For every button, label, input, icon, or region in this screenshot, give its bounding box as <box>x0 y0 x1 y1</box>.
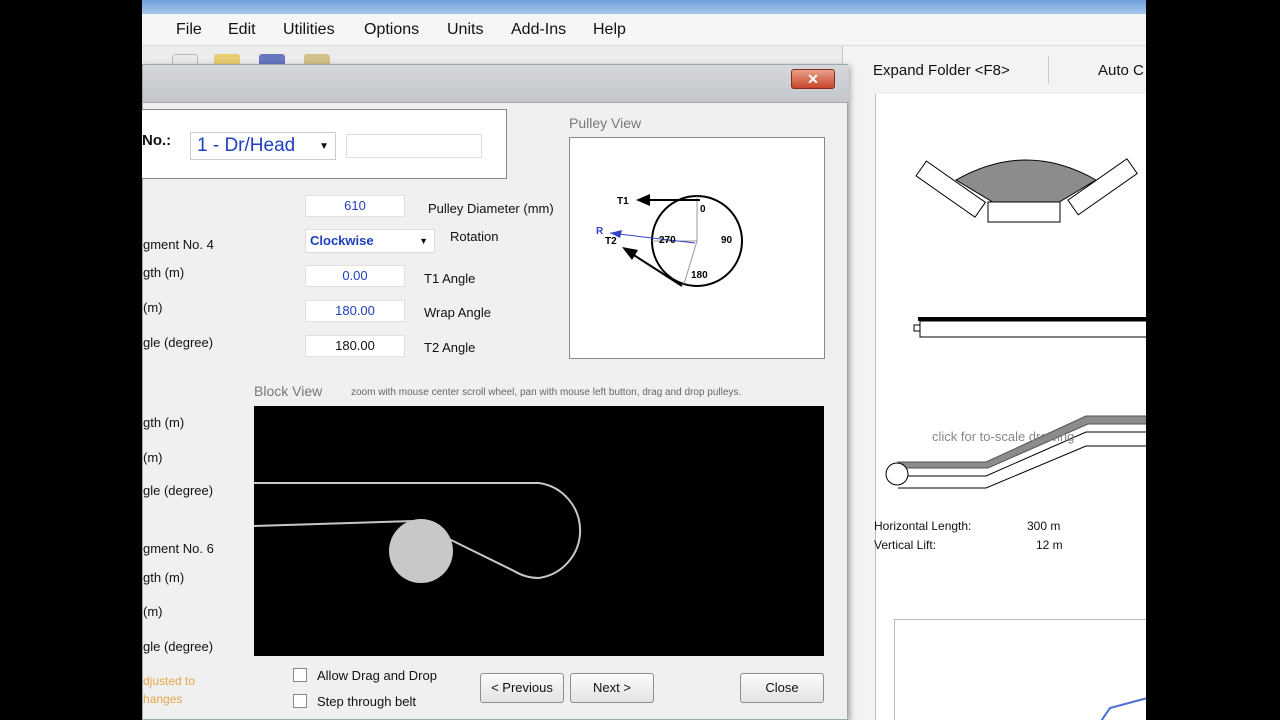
to-scale-link[interactable]: click for to-scale drawing <box>932 429 1074 444</box>
length-label: gth (m) <box>143 570 185 585</box>
belt-preview-area: click for to-scale drawing Horizontal Le… <box>874 94 1146 720</box>
menu-file[interactable]: File <box>176 21 202 39</box>
lift-label: (m) <box>143 300 163 315</box>
application-window: File Edit Utilities Options Units Add-In… <box>142 0 1146 720</box>
app-title-bar <box>142 0 1146 14</box>
menu-edit[interactable]: Edit <box>228 21 256 39</box>
deg-270-label: 270 <box>659 235 676 246</box>
angle-label: gle (degree) <box>143 483 214 498</box>
menu-units[interactable]: Units <box>447 21 483 39</box>
pulley-view: T1 T2 R 0 90 180 270 <box>569 137 825 359</box>
vertical-lift-value: 12 m <box>1036 538 1063 552</box>
adjust-note: djusted to <box>143 674 196 688</box>
pulley-select-value: 1 - Dr/Head <box>197 135 296 156</box>
lift-label: (m) <box>143 604 163 619</box>
dialog-title-bar: ✕ <box>143 65 849 103</box>
block-view-title: Block View <box>254 383 323 399</box>
length-label: gth (m) <box>143 265 185 280</box>
return-idler-icon <box>913 317 1146 338</box>
t1-marker: T1 <box>617 196 629 207</box>
conveyor-profile-icon <box>885 415 1146 489</box>
belt-path-drawing[interactable] <box>253 406 824 656</box>
angle-label: gle (degree) <box>143 639 214 654</box>
toolbar-divider <box>1048 56 1049 84</box>
resultant-marker: R <box>596 226 604 237</box>
horizontal-length-label: Horizontal Length: <box>874 519 972 533</box>
pulley-diameter-input[interactable]: 610 <box>305 195 405 217</box>
wrap-angle-label: Wrap Angle <box>424 305 491 320</box>
rotation-select-value: Clockwise <box>310 233 374 248</box>
step-through-checkbox[interactable] <box>293 694 307 708</box>
next-button[interactable]: Next > <box>570 673 654 703</box>
block-view-hint: zoom with mouse center scroll wheel, pan… <box>351 387 742 398</box>
pulley-select[interactable]: 1 - Dr/Head ▼ <box>190 132 336 160</box>
angle-label: gle (degree) <box>143 335 214 350</box>
t1-angle-label: T1 Angle <box>424 271 476 286</box>
auto-button[interactable]: Auto C <box>1098 62 1144 79</box>
pulley-name-input[interactable] <box>346 134 482 158</box>
lift-label: (m) <box>143 450 163 465</box>
right-panel-toolbar: Expand Folder <F8> Auto C <box>843 46 1146 94</box>
menu-options[interactable]: Options <box>364 21 419 39</box>
menu-bar: File Edit Utilities Options Units Add-In… <box>142 14 1146 46</box>
menu-utilities[interactable]: Utilities <box>283 21 335 39</box>
pulley-selector-group: No.: 1 - Dr/Head ▼ <box>142 109 507 179</box>
segment-label: gment No. 4 <box>143 237 214 252</box>
t2-angle-label: T2 Angle <box>424 340 476 355</box>
pulley-view-title: Pulley View <box>569 115 642 131</box>
t1-angle-input[interactable]: 0.00 <box>305 265 405 287</box>
deg-90-label: 90 <box>721 235 733 246</box>
deg-0-label: 0 <box>700 204 706 215</box>
t2-angle-input[interactable]: 180.00 <box>305 335 405 357</box>
right-panel: Expand Folder <F8> Auto C click for to-s… <box>842 46 1146 720</box>
menu-addins[interactable]: Add-Ins <box>511 21 566 39</box>
rotation-select[interactable]: Clockwise ▼ <box>305 229 435 253</box>
vertical-lift-label: Vertical Lift: <box>874 538 937 552</box>
deg-180-label: 180 <box>691 270 708 281</box>
allow-drag-checkbox[interactable] <box>293 668 307 682</box>
t2-marker: T2 <box>605 236 617 247</box>
tension-chart <box>894 619 1146 720</box>
block-view-canvas[interactable] <box>253 406 824 656</box>
pulley-dialog: ✕ No.: 1 - Dr/Head ▼ gment No. 4 gth (m)… <box>142 64 849 720</box>
expand-folder-button[interactable]: Expand Folder <F8> <box>873 62 1010 79</box>
menu-help[interactable]: Help <box>593 21 626 39</box>
pulley-diameter-label: Pulley Diameter (mm) <box>428 201 554 216</box>
chevron-down-icon: ▼ <box>319 141 329 152</box>
rotation-label: Rotation <box>450 229 499 244</box>
troughing-idler-icon <box>915 158 1138 223</box>
wrap-angle-input[interactable]: 180.00 <box>305 300 405 322</box>
pulley-diagram <box>609 194 743 287</box>
pulley-number-label: No.: <box>142 132 172 149</box>
length-label: gth (m) <box>143 415 185 430</box>
segment-label: gment No. 6 <box>143 541 214 556</box>
close-button[interactable]: Close <box>740 673 824 703</box>
previous-button[interactable]: < Previous <box>480 673 564 703</box>
chevron-down-icon: ▼ <box>419 236 428 246</box>
chart-line-graphic <box>1100 697 1146 720</box>
step-through-label: Step through belt <box>317 694 417 709</box>
horizontal-length-value: 300 m <box>1027 519 1061 533</box>
allow-drag-label: Allow Drag and Drop <box>317 668 437 683</box>
close-icon[interactable]: ✕ <box>791 69 835 89</box>
adjust-note: hanges <box>143 692 183 706</box>
drive-pulley[interactable] <box>389 519 453 583</box>
